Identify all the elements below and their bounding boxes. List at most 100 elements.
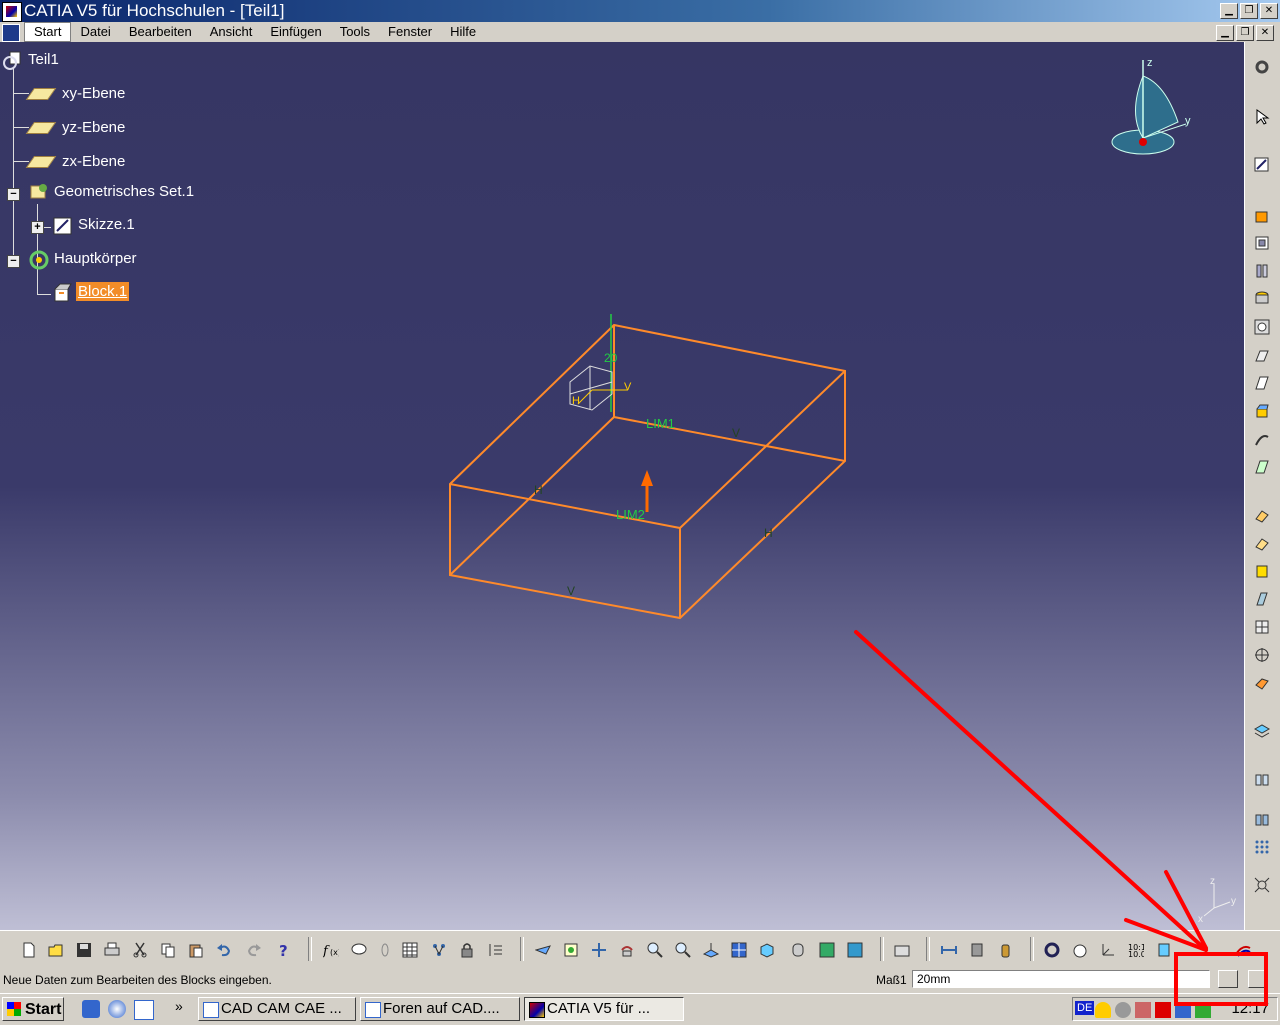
pan-icon[interactable] xyxy=(588,939,610,961)
chamfer-icon[interactable] xyxy=(1251,532,1273,554)
browser-icon[interactable] xyxy=(108,1000,126,1018)
pad-icon[interactable] xyxy=(1251,204,1273,226)
zoom-out-icon[interactable] xyxy=(672,939,694,961)
3d-viewport[interactable]: Teil1 xy-Ebene yz-Ebene zx-Ebene − Geome… xyxy=(0,42,1244,930)
open-folder-icon[interactable] xyxy=(45,939,67,961)
dialog-toggle-icon[interactable] xyxy=(1248,970,1268,988)
pocket-icon[interactable] xyxy=(1251,232,1273,254)
settings-icon[interactable] xyxy=(1251,56,1273,78)
hide-show-icon[interactable] xyxy=(816,939,838,961)
measure-between-icon[interactable] xyxy=(938,939,960,961)
lim2-label[interactable]: LIM2 xyxy=(616,507,645,522)
rotate-icon[interactable] xyxy=(616,939,638,961)
help-icon[interactable]: ? xyxy=(273,939,295,961)
shield-icon[interactable] xyxy=(1095,1002,1111,1018)
direction-arrow-icon[interactable] xyxy=(641,470,653,486)
transformation-icon[interactable] xyxy=(1251,768,1273,790)
tray-app-icon[interactable] xyxy=(1175,1002,1191,1018)
menu-datei[interactable]: Datei xyxy=(71,22,119,42)
document-icon[interactable] xyxy=(2,24,20,42)
paste-icon[interactable] xyxy=(185,939,207,961)
knowledge-icon[interactable] xyxy=(428,939,450,961)
word-icon[interactable] xyxy=(134,1000,154,1020)
copy-icon[interactable] xyxy=(157,939,179,961)
doc-minimize-button[interactable]: ▁ xyxy=(1216,25,1234,41)
scale-icon[interactable]: 10:1 10.0 xyxy=(1125,939,1147,961)
menu-ansicht[interactable]: Ansicht xyxy=(201,22,262,42)
shell-icon[interactable] xyxy=(1251,588,1273,610)
select-arrow-icon[interactable] xyxy=(1251,106,1273,128)
height-dimension-label[interactable]: 20 xyxy=(604,351,618,365)
restore-dialog-icon[interactable] xyxy=(1218,970,1238,988)
zoom-in-icon[interactable] xyxy=(644,939,666,961)
restore-button[interactable]: ❐ xyxy=(1240,3,1258,19)
doc-close-button[interactable]: ✕ xyxy=(1256,25,1274,41)
slot-icon[interactable] xyxy=(1251,372,1273,394)
minimize-button[interactable]: ▁ xyxy=(1220,3,1238,19)
start-button[interactable]: Start xyxy=(2,997,64,1021)
normal-view-icon[interactable] xyxy=(700,939,722,961)
draft-icon[interactable] xyxy=(1251,560,1273,582)
catia-app-icon[interactable] xyxy=(2,2,22,22)
hand-icon[interactable] xyxy=(1069,939,1091,961)
print-icon[interactable] xyxy=(101,939,123,961)
rotate-view-icon[interactable] xyxy=(1041,939,1063,961)
measure-item-icon[interactable] xyxy=(966,939,988,961)
network-icon[interactable] xyxy=(1115,1002,1131,1018)
save-icon[interactable] xyxy=(73,939,95,961)
acrobat-icon[interactable] xyxy=(1155,1002,1171,1018)
swap-space-icon[interactable] xyxy=(844,939,866,961)
render-style-icon[interactable] xyxy=(787,939,809,961)
multi-view-icon[interactable] xyxy=(728,939,750,961)
fly-icon[interactable] xyxy=(532,939,554,961)
desktop-icon[interactable] xyxy=(82,1000,100,1018)
menu-tools[interactable]: Tools xyxy=(331,22,379,42)
split-icon[interactable] xyxy=(1251,720,1273,742)
lock-icon[interactable] xyxy=(456,939,478,961)
dimension-value-input[interactable] xyxy=(912,970,1210,988)
rib-icon[interactable] xyxy=(1251,344,1273,366)
remove-face-icon[interactable] xyxy=(1251,672,1273,694)
undo-icon[interactable] xyxy=(213,939,235,961)
analysis-icon[interactable] xyxy=(891,939,913,961)
multi-pad-icon[interactable] xyxy=(1251,400,1273,422)
task-cad-cam-cae[interactable]: CAD CAM CAE ... xyxy=(198,997,356,1021)
remove-loft-icon[interactable] xyxy=(1251,456,1273,478)
new-file-icon[interactable] xyxy=(18,939,40,961)
thread-icon[interactable] xyxy=(1251,644,1273,666)
volume-icon[interactable] xyxy=(1135,1002,1151,1018)
task-foren[interactable]: Foren auf CAD.... xyxy=(360,997,520,1021)
menu-bearbeiten[interactable]: Bearbeiten xyxy=(120,22,201,42)
tray-app-icon[interactable] xyxy=(1195,1002,1211,1018)
menu-hilfe[interactable]: Hilfe xyxy=(441,22,485,42)
parameter-icon[interactable] xyxy=(485,939,507,961)
iso-view-icon[interactable] xyxy=(756,939,778,961)
comment-icon[interactable] xyxy=(348,939,370,961)
close-button[interactable]: ✕ xyxy=(1260,3,1278,19)
mirror-icon[interactable] xyxy=(1251,808,1273,830)
loft-icon[interactable] xyxy=(1251,428,1273,450)
edge-fillet-icon[interactable] xyxy=(1251,504,1273,526)
cut-icon[interactable] xyxy=(129,939,151,961)
block-wireframe[interactable]: 20 V H LIM1 LIM2 H H V V xyxy=(0,42,1244,930)
hole-icon[interactable] xyxy=(1251,316,1273,338)
section-icon[interactable] xyxy=(1153,939,1175,961)
pattern-icon[interactable] xyxy=(1251,836,1273,858)
sketcher-icon[interactable] xyxy=(1251,154,1273,176)
link-icon[interactable] xyxy=(374,939,396,961)
shaft-icon[interactable] xyxy=(1251,260,1273,282)
inertia-icon[interactable] xyxy=(994,939,1016,961)
lim1-label[interactable]: LIM1 xyxy=(646,416,675,431)
redo-icon[interactable] xyxy=(243,939,265,961)
fit-all-icon[interactable] xyxy=(560,939,582,961)
measure-icon[interactable] xyxy=(1251,874,1273,896)
task-catia[interactable]: CATIA V5 für ... xyxy=(524,997,684,1021)
menu-fenster[interactable]: Fenster xyxy=(379,22,441,42)
language-indicator[interactable]: DE xyxy=(1075,1001,1095,1015)
quicklaunch-chevron[interactable]: » xyxy=(175,998,183,1014)
table-icon[interactable] xyxy=(399,939,421,961)
menu-einfuegen[interactable]: Einfügen xyxy=(261,22,330,42)
doc-restore-button[interactable]: ❐ xyxy=(1236,25,1254,41)
thickness-icon[interactable] xyxy=(1251,616,1273,638)
groove-icon[interactable] xyxy=(1251,288,1273,310)
